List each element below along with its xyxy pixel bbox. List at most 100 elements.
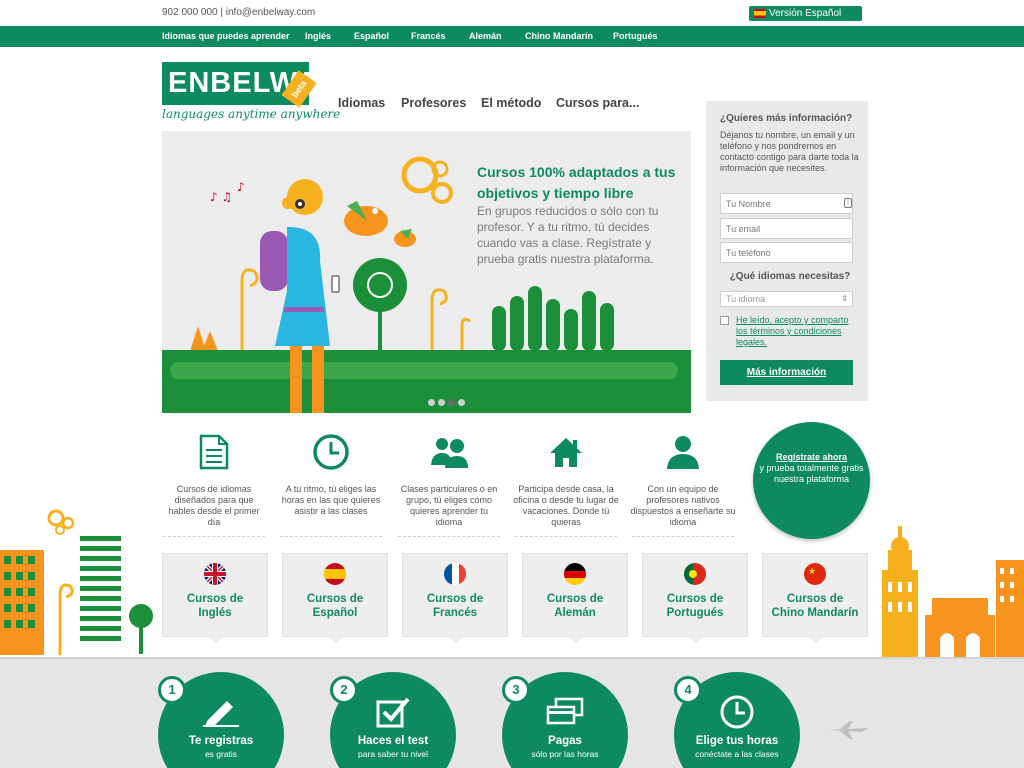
course-label-line1: Cursos de <box>306 593 364 605</box>
main-nav-profesores[interactable]: Profesores <box>401 96 466 110</box>
top-bar: 902 000 000 | info@enbelway.com Versión … <box>0 0 1024 26</box>
main-nav-idiomas[interactable]: Idiomas <box>338 96 385 110</box>
hero-slider[interactable]: ♪ ♫ ♪ Cursos 100% adaptados a tus objeti… <box>162 131 691 413</box>
register-cta[interactable]: Regístrate ahora y prueba totalmente gra… <box>753 422 870 539</box>
languages-question: ¿Qué idiomas necesitas? <box>729 271 851 282</box>
step-title: Te registras <box>188 735 254 747</box>
document-icon <box>155 430 273 474</box>
feature-text: Participa desde casa, la oficina o desde… <box>513 484 619 527</box>
course-label-line2: Español <box>312 607 358 619</box>
step-number: 2 <box>330 676 358 704</box>
uk-flag-icon <box>204 563 226 585</box>
home-icon <box>507 430 625 474</box>
feature-item: A tu ritmo, tú eliges las horas en las q… <box>272 430 390 537</box>
divider <box>515 536 617 537</box>
divider <box>163 536 265 537</box>
clock-icon <box>717 694 757 730</box>
languages-nav: Idiomas que puedes aprender Inglés Españ… <box>0 26 1024 47</box>
legal-terms-link[interactable]: He leído, acepto y comparto los términos… <box>736 315 856 348</box>
course-label-line1: Cursos de <box>546 593 604 605</box>
contact-info[interactable]: 902 000 000 | info@enbelway.com <box>162 7 315 18</box>
feature-text: Cursos de idiomas diseñados para que hab… <box>168 484 260 527</box>
slider-dot-4[interactable] <box>458 399 465 406</box>
course-label-line2: Portugués <box>666 607 724 619</box>
step-number: 1 <box>158 676 186 704</box>
feature-item: Clases particulares o en grupo, tú elige… <box>390 430 508 537</box>
slider-dot-3[interactable] <box>448 399 455 406</box>
nav-item-frances[interactable]: Francés <box>411 31 446 41</box>
name-field-wrap: ⁝ <box>706 193 868 214</box>
france-flag-icon <box>444 563 466 585</box>
form-title: ¿Quieres más información? <box>720 113 853 124</box>
email-input[interactable] <box>720 218 853 239</box>
step-subtitle: conéctate a las clases <box>695 749 779 759</box>
pencil-icon <box>201 694 241 730</box>
step-title: Haces el test <box>357 735 429 747</box>
china-flag-icon: ★ <box>804 563 826 585</box>
divider <box>632 536 734 537</box>
phone-input[interactable] <box>720 242 853 263</box>
course-label-line2: Chino Mandarín <box>771 607 859 619</box>
name-input[interactable] <box>720 193 853 214</box>
step-number: 3 <box>502 676 530 704</box>
nav-item-aleman[interactable]: Alemán <box>469 31 502 41</box>
step-subtitle: es gratis <box>204 749 238 759</box>
step-title: Pagas <box>548 735 582 747</box>
course-label-line1: Cursos de <box>186 593 244 605</box>
version-language-button[interactable]: Versión Español <box>749 6 862 21</box>
course-card-chino[interactable]: ★ Cursos de Chino Mandarín <box>762 553 868 644</box>
form-intro: Déjanos tu nombre, un email y un teléfon… <box>720 130 859 173</box>
step-title: Elige tus horas <box>695 735 779 747</box>
person-icon <box>624 430 742 474</box>
logo[interactable]: ENBELWAY beta languages anytime anywhere <box>162 62 340 122</box>
checkbox-icon <box>373 694 413 730</box>
svg-text:★: ★ <box>808 567 816 577</box>
course-label-line2: Inglés <box>198 607 232 619</box>
spain-flag-icon <box>324 563 346 585</box>
course-card-frances[interactable]: Cursos de Francés <box>402 553 508 644</box>
course-card-espanol[interactable]: Cursos de Español <box>282 553 388 644</box>
step-subtitle: sólo por las horas <box>531 749 599 759</box>
feature-text: A tu ritmo, tú eliges las horas en las q… <box>281 484 381 516</box>
cards-icon <box>545 694 585 730</box>
info-request-form: ¿Quieres más información? Déjanos tu nom… <box>706 101 868 401</box>
feature-item: Con un equipo de profesores nativos disp… <box>624 430 742 537</box>
main-nav-metodo[interactable]: El método <box>481 96 541 110</box>
register-link[interactable]: Regístrate ahora <box>753 452 870 463</box>
version-language-label: Versión Español <box>769 8 842 19</box>
main-nav-cursos[interactable]: Cursos para... <box>556 96 639 110</box>
course-card-portugues[interactable]: Cursos de Portugués <box>642 553 748 644</box>
spain-flag-icon <box>754 9 766 18</box>
course-label-line1: Cursos de <box>666 593 724 605</box>
legal-checkbox[interactable] <box>720 316 729 325</box>
step-number: 4 <box>674 676 702 704</box>
left-city-illustration <box>0 509 153 655</box>
feature-item: Participa desde casa, la oficina o desde… <box>507 430 625 537</box>
course-label-line2: Alemán <box>554 607 596 619</box>
more-info-button[interactable]: Más información <box>720 360 853 385</box>
contact-card-icon: ⁝ <box>844 198 852 208</box>
logo-tagline: languages anytime anywhere <box>162 107 341 121</box>
slider-dot-1[interactable] <box>428 399 435 406</box>
group-icon <box>390 430 508 474</box>
course-card-ingles[interactable]: Cursos de Inglés <box>162 553 268 644</box>
portugal-flag-icon <box>684 563 706 585</box>
register-cta-text: y prueba totalmente gratis nuestra plata… <box>759 463 864 484</box>
nav-item-espanol[interactable]: Español <box>354 31 389 41</box>
slider-dot-2[interactable] <box>438 399 445 406</box>
slider-dots <box>428 395 468 409</box>
feature-item: Cursos de idiomas diseñados para que hab… <box>155 430 273 537</box>
nav-item-chino[interactable]: Chino Mandarín <box>525 31 593 41</box>
course-label-line1: Cursos de <box>786 593 844 605</box>
nav-item-portugues[interactable]: Portugués <box>613 31 658 41</box>
divider <box>398 536 500 537</box>
feature-text: Clases particulares o en grupo, tú elige… <box>400 484 498 527</box>
hero-text: En grupos reducidos o sólo con tu profes… <box>477 204 659 266</box>
hero-title: Cursos 100% adaptados a tus objetivos y … <box>477 164 676 201</box>
right-city-illustration <box>882 526 1024 660</box>
nav-item-idiomas[interactable]: Idiomas que puedes aprender <box>162 31 290 41</box>
feature-text: Con un equipo de profesores nativos disp… <box>630 484 736 527</box>
nav-item-ingles[interactable]: Inglés <box>305 31 331 41</box>
course-card-aleman[interactable]: Cursos de Alemán <box>522 553 628 644</box>
language-select[interactable]: Tu idioma <box>720 291 853 307</box>
